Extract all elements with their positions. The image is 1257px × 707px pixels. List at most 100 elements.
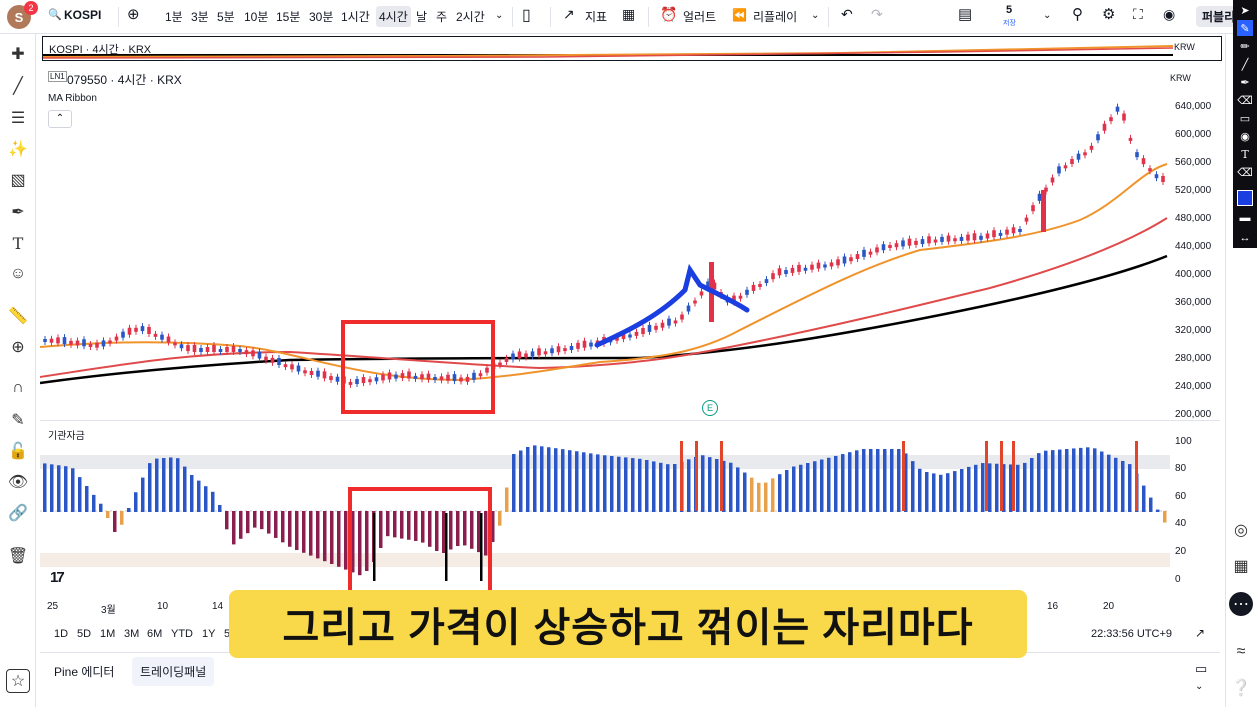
settings-gear-icon[interactable]: ⚙ <box>1102 5 1115 23</box>
interval-day[interactable]: 날 <box>416 8 427 25</box>
interval-2h[interactable]: 2시간 <box>456 8 485 25</box>
rectangle-icon[interactable]: ▭ <box>1237 110 1253 126</box>
expand-icon[interactable]: ↗ <box>1195 626 1205 640</box>
chevron-down-icon[interactable]: ⌄ <box>811 10 819 21</box>
chevron-down-icon[interactable]: ⌄ <box>1195 681 1203 692</box>
earnings-event-marker[interactable]: E <box>702 400 718 416</box>
interval-15m[interactable]: 15분 <box>276 8 300 25</box>
interval-week[interactable]: 주 <box>436 8 447 25</box>
highlighter-icon[interactable]: ⌫ <box>1237 92 1253 108</box>
candle-body <box>797 264 801 272</box>
apps-grid-icon[interactable]: ⋯ <box>1229 592 1253 616</box>
trash-icon[interactable]: 🗑 <box>6 544 30 568</box>
trendline-icon[interactable]: ╱ <box>6 74 30 98</box>
brush-icon[interactable]: ✒ <box>6 200 30 224</box>
save-count[interactable]: 5 <box>1006 4 1012 16</box>
text-tool-icon[interactable]: T <box>6 231 30 255</box>
replay-rewind-icon[interactable]: ⏪ <box>732 8 747 22</box>
help-icon[interactable]: ❔ <box>1229 676 1253 700</box>
range-ytd[interactable]: YTD <box>171 628 193 640</box>
price-chart[interactable] <box>40 90 1220 420</box>
eraser-icon[interactable]: ⌫ <box>1237 164 1253 180</box>
zoom-in-icon[interactable]: ⊕ <box>6 335 30 359</box>
range-1m[interactable]: 1M <box>100 628 115 640</box>
chevron-down-icon[interactable]: ⌄ <box>495 10 503 21</box>
target-icon[interactable]: ◎ <box>1229 518 1253 542</box>
compare-add-icon[interactable]: ⊕ <box>127 5 140 23</box>
symbol-search-button[interactable]: KOSPI <box>64 8 101 22</box>
save-label[interactable]: 저장 <box>1003 18 1016 28</box>
pen-icon[interactable]: ✎ <box>1237 20 1253 36</box>
color-swatch-icon[interactable] <box>1237 190 1253 206</box>
candle-body <box>439 376 444 381</box>
main-currency[interactable]: KRW <box>1170 73 1191 83</box>
clock[interactable]: 22:33:56 UTC+9 <box>1091 628 1172 640</box>
text-icon[interactable]: T <box>1237 146 1253 162</box>
line-icon[interactable]: ╱ <box>1237 56 1253 72</box>
magnet-icon[interactable]: ∩ <box>6 376 30 400</box>
quick-search-icon[interactable]: ⚲ <box>1072 5 1083 23</box>
interval-1m[interactable]: 1분 <box>165 8 183 25</box>
fib-lines-icon[interactable]: ☰ <box>6 106 30 130</box>
stroke-width-icon[interactable]: ▬ <box>1237 210 1253 226</box>
cursor-icon[interactable]: ➤ <box>1237 2 1253 18</box>
alert-button[interactable]: 얼러트 <box>683 8 716 25</box>
tab-trading-panel[interactable]: 트레이딩패널 <box>132 657 215 686</box>
layout-icon[interactable]: ▤ <box>958 5 972 23</box>
time-label: 3월 <box>101 605 116 616</box>
templates-icon[interactable]: ▦ <box>622 6 635 23</box>
candle-type-icon[interactable]: ▯ <box>522 5 531 25</box>
favorites-star-icon[interactable]: ☆ <box>6 669 30 693</box>
range-1d[interactable]: 1D <box>54 628 68 640</box>
oscillator-chart[interactable] <box>40 435 1220 595</box>
undo-icon[interactable]: ↶ <box>841 6 853 23</box>
fullscreen-icon[interactable]: ⛶ <box>1133 6 1143 23</box>
crosshair-icon[interactable]: ✚ <box>6 42 30 66</box>
oscillator-bar <box>750 477 754 512</box>
oscillator-bar <box>981 463 985 512</box>
brush-icon[interactable]: ✒ <box>1237 74 1253 90</box>
search-icon[interactable]: 🔍 <box>48 8 62 21</box>
broadcast-icon[interactable]: ≈ <box>1229 640 1253 664</box>
calendar-icon[interactable]: ▦ <box>1229 554 1253 578</box>
oscillator-bar <box>456 511 460 546</box>
oscillator-bar <box>659 462 663 512</box>
range-1y[interactable]: 1Y <box>202 628 215 640</box>
palette-icon[interactable]: ◉ <box>1237 128 1253 144</box>
candle-body <box>407 371 411 379</box>
minimize-icon[interactable]: ▭ <box>1195 661 1207 677</box>
marker-icon[interactable]: ✏ <box>1237 38 1253 54</box>
range-5d[interactable]: 5D <box>77 628 91 640</box>
oscillator-spike <box>1135 441 1138 511</box>
interval-4h[interactable]: 4시간 <box>376 6 411 27</box>
more-icon[interactable]: ↔ <box>1237 230 1253 246</box>
lock-icon[interactable]: 🔓 <box>6 439 30 463</box>
pane-divider[interactable] <box>40 420 1220 421</box>
eye-icon[interactable]: 👁 <box>6 470 30 494</box>
range-6m[interactable]: 6M <box>147 628 162 640</box>
tab-pine-editor[interactable]: Pine 에디터 <box>54 663 114 680</box>
pattern-icon[interactable]: ✨ <box>6 137 30 161</box>
forecast-icon[interactable]: ▧ <box>6 168 30 192</box>
interval-1h[interactable]: 1시간 <box>341 8 370 25</box>
alarm-clock-icon[interactable]: ⏰ <box>660 6 677 23</box>
interval-5m[interactable]: 5분 <box>217 8 235 25</box>
interval-3m[interactable]: 3분 <box>191 8 209 25</box>
camera-icon[interactable]: ◉ <box>1163 6 1175 23</box>
link-icon[interactable]: 🔗 <box>6 501 30 525</box>
indicators-button[interactable]: 지표 <box>585 8 607 25</box>
interval-10m[interactable]: 10분 <box>244 8 268 25</box>
compare-pane[interactable]: KOSPI · 4시간 · KRX KRW <box>42 36 1222 61</box>
interval-30m[interactable]: 30분 <box>309 8 333 25</box>
redo-icon[interactable]: ↷ <box>871 6 883 23</box>
ruler-icon[interactable]: 📏 <box>6 304 30 328</box>
lock-pencil-icon[interactable]: ✎ <box>6 408 30 432</box>
indicators-icon[interactable]: ↗ <box>563 6 575 23</box>
emoji-icon[interactable]: ☺ <box>6 262 30 286</box>
oscillator-bar <box>246 511 250 534</box>
oscillator-bar <box>568 450 572 512</box>
compare-currency[interactable]: KRW <box>1174 42 1195 52</box>
chevron-down-icon[interactable]: ⌄ <box>1043 10 1051 21</box>
replay-button[interactable]: 리플레이 <box>753 8 797 25</box>
range-3m[interactable]: 3M <box>124 628 139 640</box>
